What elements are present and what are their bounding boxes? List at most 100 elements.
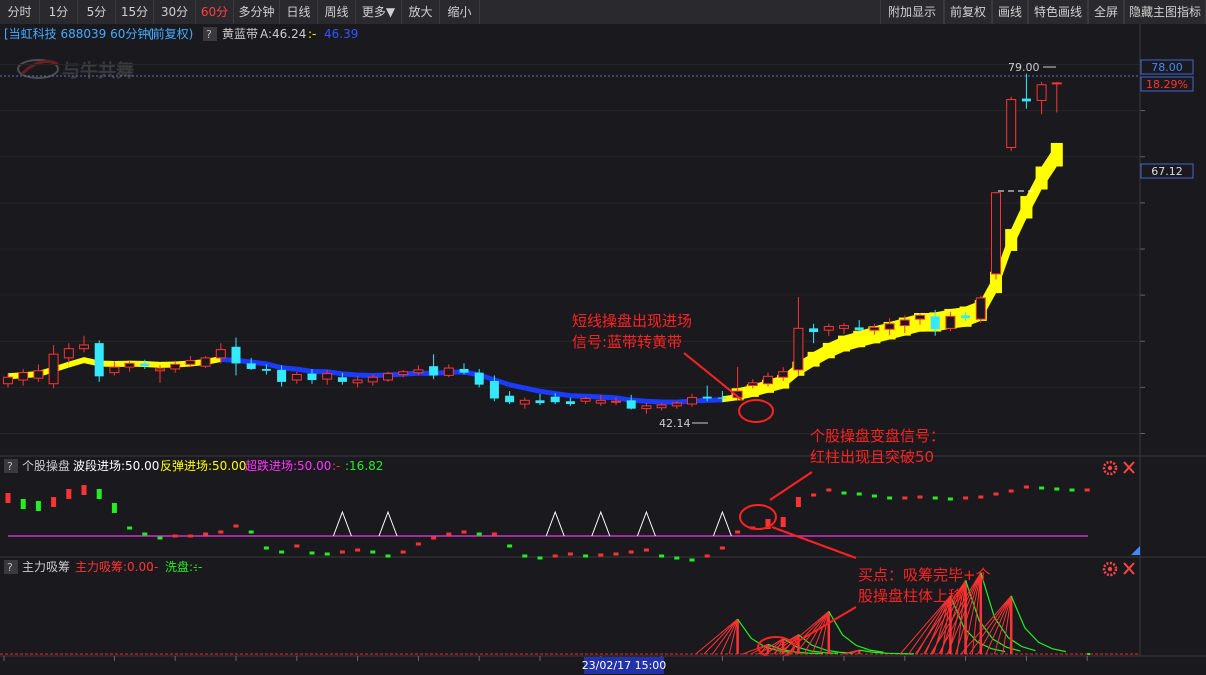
- osc-bar-57: [871, 494, 877, 498]
- osc-item-1: 波段进场:50.00: [73, 458, 159, 473]
- current-price-label: 78.00: [1151, 61, 1183, 74]
- annotation-1-line1: 短线操盘出现进场: [572, 312, 692, 330]
- vol-name: 主力吸筹: [22, 560, 70, 574]
- osc-bar-24: [370, 550, 376, 554]
- osc-bar-14: [218, 530, 224, 534]
- candle-body-24: [367, 376, 378, 383]
- candle-body-40: [611, 400, 621, 403]
- candle-body-66: [1006, 99, 1017, 148]
- candle-body-4: [63, 348, 74, 359]
- period-button-5[interactable]: 60分: [196, 0, 234, 24]
- candle-body-3: [48, 353, 59, 385]
- osc-bar-20: [309, 551, 315, 555]
- toolbar-right-button-0[interactable]: 附加显示: [880, 0, 944, 24]
- osc-bar-44: [674, 556, 680, 560]
- osc-bar-43: [659, 554, 665, 558]
- band-segment-37: [570, 393, 586, 399]
- toolbar-right-button-5[interactable]: 隐藏主图指标: [1124, 0, 1206, 24]
- osc-bar-17: [263, 546, 269, 550]
- candle-body-41: [626, 400, 636, 409]
- candle-body-49: [747, 382, 758, 387]
- period-button-7[interactable]: 日线: [280, 0, 318, 24]
- candle-body-45: [687, 397, 697, 405]
- annotation-1-line2: 信号:蓝带转黄带: [572, 333, 682, 351]
- osc-bar-30: [461, 530, 467, 534]
- candle-body-54: [823, 326, 834, 331]
- period-button-1[interactable]: 1分: [40, 0, 78, 24]
- candle-body-0: [3, 376, 13, 385]
- period-button-6[interactable]: 多分钟: [234, 0, 280, 24]
- candle-body-20: [307, 373, 317, 381]
- candle-body-57: [869, 326, 880, 331]
- osc-bar-48: [735, 530, 741, 534]
- osc-bar-29: [446, 532, 452, 536]
- indicator-value-label: 67.12: [1151, 165, 1183, 178]
- osc-bar-40: [613, 552, 619, 556]
- period-button-0[interactable]: 分时: [0, 0, 40, 24]
- osc-bar-58: [887, 496, 893, 500]
- main-help-icon-label: ?: [206, 28, 212, 41]
- period-button-2[interactable]: 5分: [78, 0, 116, 24]
- osc-bar-25: [385, 554, 391, 558]
- candle-body-21: [322, 373, 333, 380]
- main-indicator-value-a: A:46.24: [260, 27, 306, 41]
- osc-item-3: 超跌进场:50.00: [245, 458, 331, 473]
- osc-bar-27: [415, 542, 421, 546]
- adjust-mode: (前复权): [148, 26, 193, 41]
- toolbar-right-button-1[interactable]: 前复权: [944, 0, 992, 24]
- toolbar-right-button-2[interactable]: 画线: [992, 0, 1028, 24]
- osc-bar-56: [856, 492, 862, 496]
- band-block-56: [853, 330, 866, 348]
- osc-bar-26: [400, 550, 406, 554]
- band-block-66: [1005, 229, 1018, 251]
- vol-help-icon-label: ?: [7, 561, 13, 574]
- osc-bar-15: [233, 524, 239, 528]
- vol-item-1-sep: :-: [150, 560, 158, 574]
- annotation-3-line2: 股操盘柱体上移: [858, 587, 963, 605]
- candle-body-5: [79, 344, 89, 350]
- osc-bar-10: [157, 536, 163, 540]
- osc-bar-39: [598, 553, 604, 557]
- candle-body-35: [535, 400, 545, 404]
- period-button-3[interactable]: 15分: [116, 0, 154, 24]
- band-block-67: [1020, 196, 1033, 219]
- osc-name: 个股操盘: [22, 458, 70, 473]
- period-button-10[interactable]: 放大: [402, 0, 440, 24]
- main-indicator-name: 黄蓝带: [222, 27, 258, 41]
- candle-body-63: [961, 315, 971, 319]
- osc-bar-21: [324, 552, 330, 556]
- high-label: 79.00: [1008, 61, 1040, 74]
- pct-change-label: 18.29%: [1146, 78, 1188, 91]
- candle-body-52: [793, 327, 804, 371]
- candle-body-53: [809, 328, 819, 333]
- osc-bar-35: [537, 556, 543, 560]
- osc-bar-18: [279, 550, 285, 554]
- toolbar-right-button-4[interactable]: 全屏: [1088, 0, 1124, 24]
- osc-bar-9: [142, 532, 148, 536]
- toolbar-right-button-3[interactable]: 特色画线: [1028, 0, 1088, 24]
- osc-bar-59: [902, 496, 908, 500]
- candle-body-23: [352, 379, 363, 384]
- osc-bar-34: [522, 554, 528, 558]
- candle-body-47: [717, 397, 727, 399]
- candle-body-69: [1051, 82, 1062, 85]
- annotation-2-line2: 红柱出现且突破50: [810, 448, 934, 466]
- period-button-4[interactable]: 30分: [154, 0, 196, 24]
- osc-bar-13: [203, 532, 209, 536]
- osc-bar-54: [826, 488, 832, 492]
- osc-bar-69: [1054, 487, 1060, 491]
- period-button-11[interactable]: 缩小: [440, 0, 480, 24]
- stock-title: [当虹科技 688039 60分钟]: [4, 26, 154, 41]
- osc-bar-67: [1023, 485, 1029, 489]
- osc-bar-61: [932, 496, 938, 500]
- period-button-9[interactable]: 更多▼: [356, 0, 402, 24]
- osc-bar-42: [643, 548, 649, 552]
- osc-bar-1: [20, 499, 26, 509]
- period-button-8[interactable]: 周线: [318, 0, 356, 24]
- candle-body-51: [778, 371, 789, 378]
- band-block-54: [822, 342, 835, 359]
- candle-body-26: [398, 371, 409, 375]
- osc-bar-33: [507, 544, 513, 548]
- osc-bar-46: [704, 554, 710, 558]
- candle-body-58: [884, 323, 895, 330]
